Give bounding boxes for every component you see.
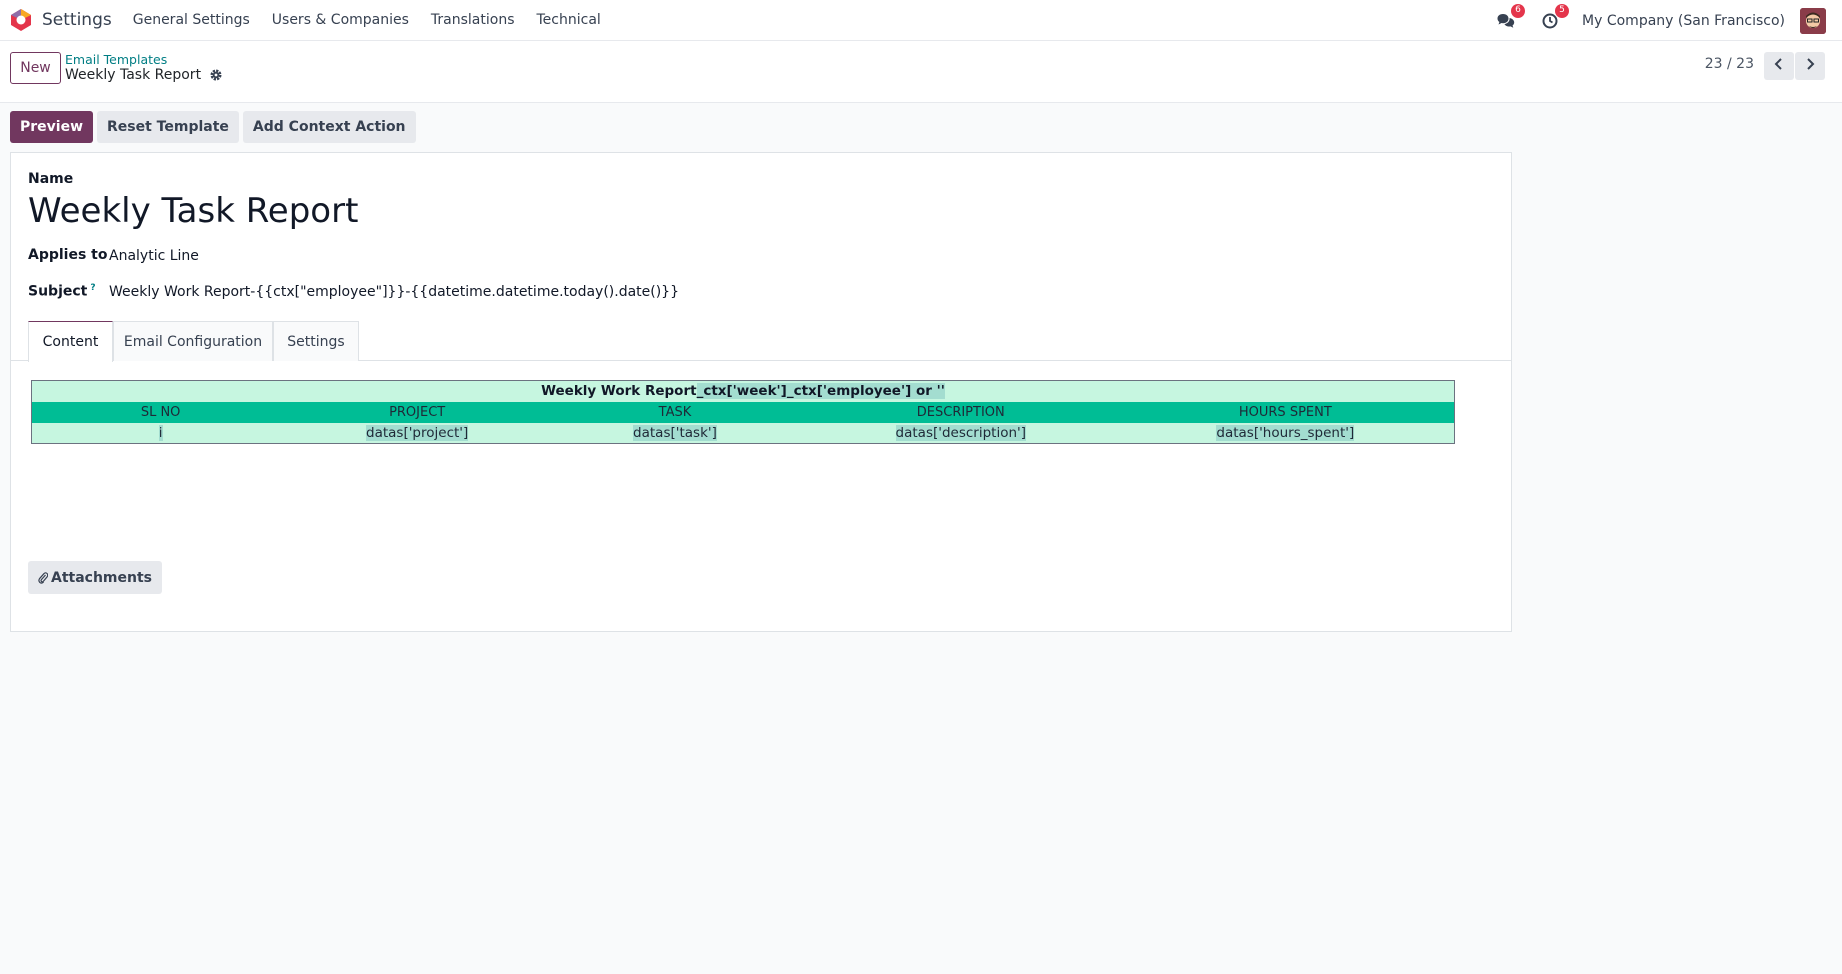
tab-settings[interactable]: Settings [273, 321, 359, 361]
applies-to-field[interactable]: Analytic Line [109, 248, 199, 264]
company-switcher[interactable]: My Company (San Francisco) [1582, 13, 1785, 29]
subject-help-icon[interactable]: ? [90, 283, 95, 293]
paperclip-icon [38, 571, 48, 584]
cell-sl-no: i [31, 422, 290, 444]
breadcrumb-current: Weekly Task Report [65, 67, 223, 83]
user-avatar[interactable] [1800, 7, 1826, 34]
pager-next-button[interactable] [1795, 52, 1825, 80]
subject-field[interactable]: Weekly Work Report-{{ctx["employee"]}}-{… [109, 284, 679, 300]
weekly-report-table[interactable]: Weekly Work Report_ctx['week']_ctx['empl… [31, 380, 1455, 444]
cell-hours-spent-value: datas['hours_spent'] [1216, 424, 1355, 441]
activities-badge: 5 [1555, 3, 1570, 18]
header-sl-no: SL NO [31, 401, 290, 423]
report-title-row: Weekly Work Report_ctx['week']_ctx['empl… [31, 380, 1455, 402]
top-navbar: Settings General Settings Users & Compan… [0, 0, 1842, 41]
navbar-systray: 6 5 My Company (San Francisco) [1494, 0, 1842, 41]
breadcrumb-email-templates[interactable]: Email Templates [65, 52, 167, 67]
action-buttons: Preview Reset Template Add Context Actio… [10, 111, 420, 143]
header-project: PROJECT [289, 401, 546, 423]
breadcrumb-current-label: Weekly Task Report [65, 67, 202, 83]
form-sheet: Name Weekly Task Report Applies to Analy… [10, 152, 1512, 632]
attachments-button[interactable]: Attachments [28, 561, 163, 594]
menu-technical[interactable]: Technical [526, 12, 612, 28]
report-title-prefix: Weekly Work Report [541, 383, 697, 400]
name-label: Name [28, 171, 74, 187]
tab-email-configuration[interactable]: Email Configuration [113, 321, 273, 361]
main-menu: General Settings Users & Companies Trans… [122, 12, 612, 28]
add-context-action-button[interactable]: Add Context Action [242, 111, 416, 143]
gear-icon[interactable] [209, 68, 223, 82]
header-hours-spent: HOURS SPENT [1116, 401, 1455, 423]
notebook-tabs: Content Email Configuration Settings [11, 321, 1511, 362]
pager-value[interactable]: 23 / 23 [1705, 56, 1754, 72]
pager-previous-button[interactable] [1764, 52, 1794, 80]
chevron-right-icon [1805, 58, 1815, 74]
subject-label-text: Subject [28, 283, 88, 300]
app-name[interactable]: Settings [42, 10, 112, 30]
messages-badge: 6 [1511, 3, 1526, 18]
report-title-expression: _ctx['week']_ctx['employee'] or '' [696, 383, 945, 400]
cell-description-value: datas['description'] [895, 424, 1026, 441]
cell-sl-no-value: i [158, 424, 163, 441]
cell-hours-spent: datas['hours_spent'] [1116, 422, 1455, 444]
applies-to-label: Applies to [28, 247, 108, 263]
odoo-logo-icon[interactable] [9, 8, 33, 32]
menu-general-settings[interactable]: General Settings [122, 12, 261, 28]
cell-project-value: datas['project'] [366, 424, 469, 441]
reset-template-button[interactable]: Reset Template [97, 111, 239, 143]
preview-button[interactable]: Preview [10, 111, 94, 143]
control-panel: New Email Templates Weekly Task Report 2… [0, 41, 1842, 103]
cell-description: datas['description'] [804, 422, 1117, 444]
subject-label: Subject? [28, 283, 96, 300]
table-row: i datas['project'] datas['task'] datas['… [31, 422, 1455, 444]
header-task: TASK [545, 401, 805, 423]
report-header-row: SL NO PROJECT TASK DESCRIPTION HOURS SPE… [31, 401, 1455, 423]
cell-project: datas['project'] [289, 422, 546, 444]
cell-task-value: datas['task'] [633, 424, 717, 441]
report-title-cell: Weekly Work Report_ctx['week']_ctx['empl… [31, 380, 1455, 402]
activities-clock-icon[interactable]: 5 [1538, 3, 1570, 33]
header-description: DESCRIPTION [804, 401, 1117, 423]
attachments-label: Attachments [51, 569, 153, 586]
messages-icon[interactable]: 6 [1494, 3, 1526, 33]
tab-content[interactable]: Content [28, 321, 113, 362]
name-field[interactable]: Weekly Task Report [28, 191, 358, 231]
cell-task: datas['task'] [545, 422, 805, 444]
menu-users-companies[interactable]: Users & Companies [261, 12, 420, 28]
menu-translations[interactable]: Translations [420, 12, 526, 28]
new-button[interactable]: New [10, 52, 61, 84]
chevron-left-icon [1774, 58, 1784, 74]
